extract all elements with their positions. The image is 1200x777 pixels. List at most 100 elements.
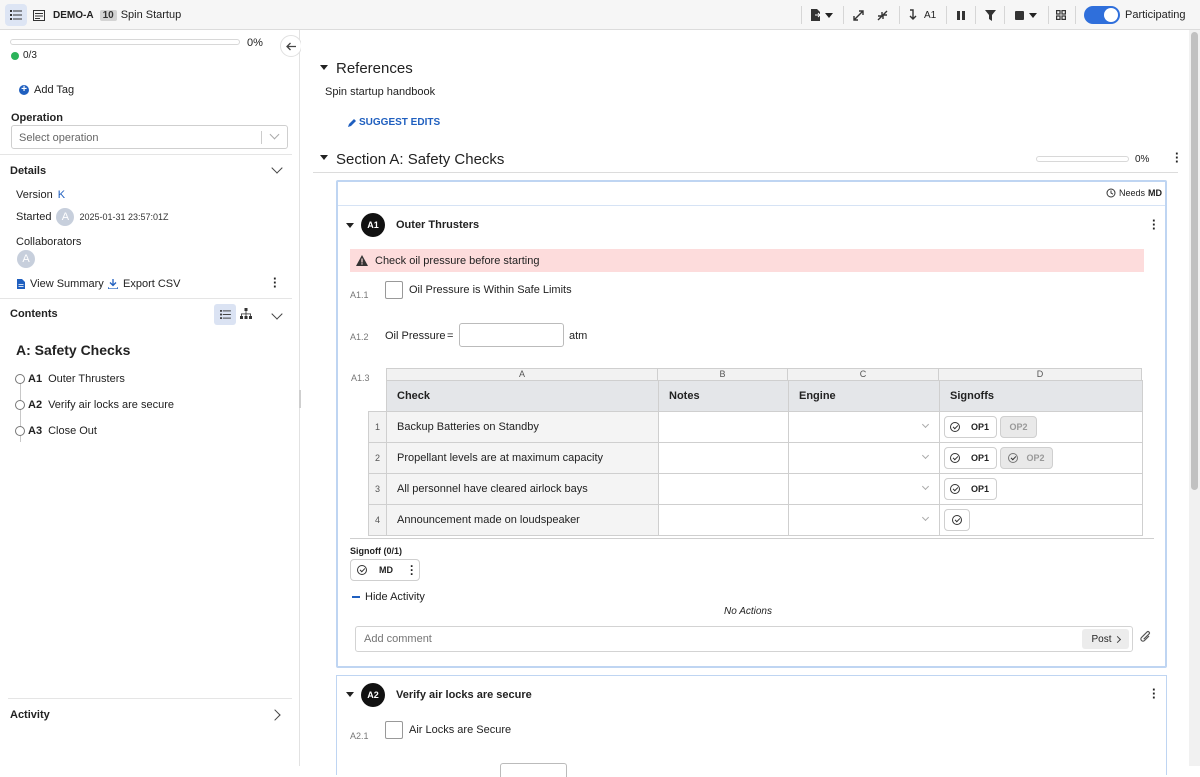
contents-step-item[interactable]: A3 Close Out xyxy=(15,423,97,439)
started-timestamp: 2025-01-31 23:57:01Z xyxy=(79,212,169,222)
more-options-icon[interactable]: · · · xyxy=(273,272,277,293)
row-number: 3 xyxy=(368,473,387,505)
signoff-more-icon[interactable]: · · · xyxy=(410,560,414,580)
table-header: Engine xyxy=(788,380,940,412)
contents-section-title[interactable]: A: Safety Checks xyxy=(16,342,130,358)
oil-pressure-input[interactable] xyxy=(459,323,564,347)
item-number: A1.2 xyxy=(350,332,369,342)
notes-cell[interactable] xyxy=(658,442,789,474)
engine-cell[interactable] xyxy=(788,473,940,505)
details-collapse-icon[interactable] xyxy=(271,162,283,174)
step-status-circle-icon xyxy=(15,374,25,384)
row-number: 4 xyxy=(368,504,387,536)
engine-cell[interactable] xyxy=(788,442,940,474)
row-number-header xyxy=(368,380,387,412)
scrollbar[interactable] xyxy=(1189,30,1200,766)
air-locks-checkbox[interactable] xyxy=(385,721,403,739)
grid-icon xyxy=(1056,10,1066,20)
list-view-button[interactable] xyxy=(5,4,27,26)
run-number-badge: 10 xyxy=(99,9,117,21)
download-icon xyxy=(108,279,118,289)
jump-to-step-button[interactable]: A1 xyxy=(909,0,936,30)
participating-toggle[interactable] xyxy=(1084,6,1120,24)
contents-step-item[interactable]: A1 Outer Thrusters xyxy=(15,371,125,387)
paperclip-icon[interactable] xyxy=(1140,630,1152,644)
table-column-letters: A B C D xyxy=(386,368,1142,380)
list-icon xyxy=(219,310,231,319)
view-summary-label: View Summary xyxy=(30,278,104,290)
section-progress-bar xyxy=(1036,156,1129,162)
op1-signoff-button[interactable]: OP1 xyxy=(944,446,997,469)
engine-cell[interactable] xyxy=(788,504,940,536)
oil-pressure-checkbox[interactable] xyxy=(385,281,403,299)
step-card: A2 Verify air locks are secure · · · A2.1 … xyxy=(336,675,1167,777)
collapse-all-button[interactable] xyxy=(877,0,888,30)
column-letter: C xyxy=(788,368,939,380)
view-summary-button[interactable]: View Summary xyxy=(17,278,104,290)
plus-circle-icon: + xyxy=(19,85,29,95)
signoff-role: OP1 xyxy=(971,421,990,432)
arrow-left-icon xyxy=(286,42,296,50)
hide-activity-button[interactable]: Hide Activity xyxy=(352,591,425,603)
engine-cell[interactable] xyxy=(788,411,940,443)
contents-list-view-button[interactable] xyxy=(214,304,236,325)
step-label: Verify air locks are secure xyxy=(48,399,174,411)
contents-tree-view-button[interactable] xyxy=(240,308,252,322)
file-export-icon xyxy=(811,9,821,21)
notes-cell[interactable] xyxy=(658,504,789,536)
op1-signoff-button[interactable]: OP1 xyxy=(944,415,997,438)
current-step-label: A1 xyxy=(924,9,937,21)
signoff-role: OP2 xyxy=(1026,452,1045,463)
apps-button[interactable] xyxy=(1056,0,1066,30)
next-field-edge xyxy=(500,763,567,777)
chevron-right-icon xyxy=(1113,635,1121,643)
scrollbar-thumb[interactable] xyxy=(1191,32,1198,490)
export-csv-button[interactable]: Export CSV xyxy=(108,278,180,290)
warning-icon xyxy=(356,255,368,266)
references-toggle-icon[interactable] xyxy=(320,65,328,70)
status-menu-button[interactable] xyxy=(1015,0,1037,30)
pause-button[interactable] xyxy=(957,0,965,30)
expand-all-button[interactable] xyxy=(853,0,864,30)
stop-icon xyxy=(1015,10,1024,20)
contents-label: Contents xyxy=(10,308,58,320)
select-divider xyxy=(261,131,262,144)
signoff-button[interactable] xyxy=(944,508,970,531)
chevron-down-icon xyxy=(921,451,930,460)
suggest-edits-button[interactable]: SUGGEST EDITS xyxy=(347,117,440,128)
row-number: 1 xyxy=(368,411,387,443)
needs-role: MD xyxy=(1148,188,1163,198)
operation-select[interactable]: Select operation xyxy=(11,125,288,149)
needs-label: Needs xyxy=(1119,188,1146,198)
step-toggle-icon[interactable] xyxy=(346,223,354,228)
op1-signoff-button[interactable]: OP1 xyxy=(944,477,997,500)
pause-icon xyxy=(957,10,965,20)
step-more-icon[interactable]: · · · xyxy=(1152,683,1156,704)
check-circle-icon xyxy=(357,565,367,575)
export-menu-button[interactable] xyxy=(810,0,833,30)
filter-button[interactable] xyxy=(985,0,996,30)
contents-step-item[interactable]: A2 Verify air locks are secure xyxy=(15,397,174,413)
reference-item[interactable]: Spin startup handbook xyxy=(325,86,435,98)
comment-input[interactable] xyxy=(356,627,1081,651)
warning-text: Check oil pressure before starting xyxy=(375,254,540,267)
version-value[interactable]: K xyxy=(58,189,65,201)
notes-cell[interactable] xyxy=(658,411,789,443)
chevron-right-icon[interactable] xyxy=(269,709,281,721)
step-more-icon[interactable]: · · · xyxy=(1152,214,1156,235)
op2-signoff-button[interactable]: OP2 xyxy=(1000,415,1037,438)
post-button[interactable]: Post xyxy=(1082,629,1129,649)
contents-collapse-icon[interactable] xyxy=(271,308,283,320)
op2-signoff-button[interactable]: OP2 xyxy=(1000,446,1053,469)
section-more-icon[interactable]: · · · xyxy=(1175,147,1179,168)
collapse-sidebar-button[interactable] xyxy=(280,35,302,57)
md-signoff-button[interactable]: MD · · · xyxy=(350,559,420,581)
column-letter: A xyxy=(386,368,658,380)
section-toggle-icon[interactable] xyxy=(320,155,328,160)
activity-label[interactable]: Activity xyxy=(10,709,50,721)
avatar: A xyxy=(17,250,35,268)
add-tag-button[interactable]: + Add Tag xyxy=(19,84,74,96)
run-progress-bar xyxy=(10,39,240,45)
step-toggle-icon[interactable] xyxy=(346,692,354,697)
notes-cell[interactable] xyxy=(658,473,789,505)
